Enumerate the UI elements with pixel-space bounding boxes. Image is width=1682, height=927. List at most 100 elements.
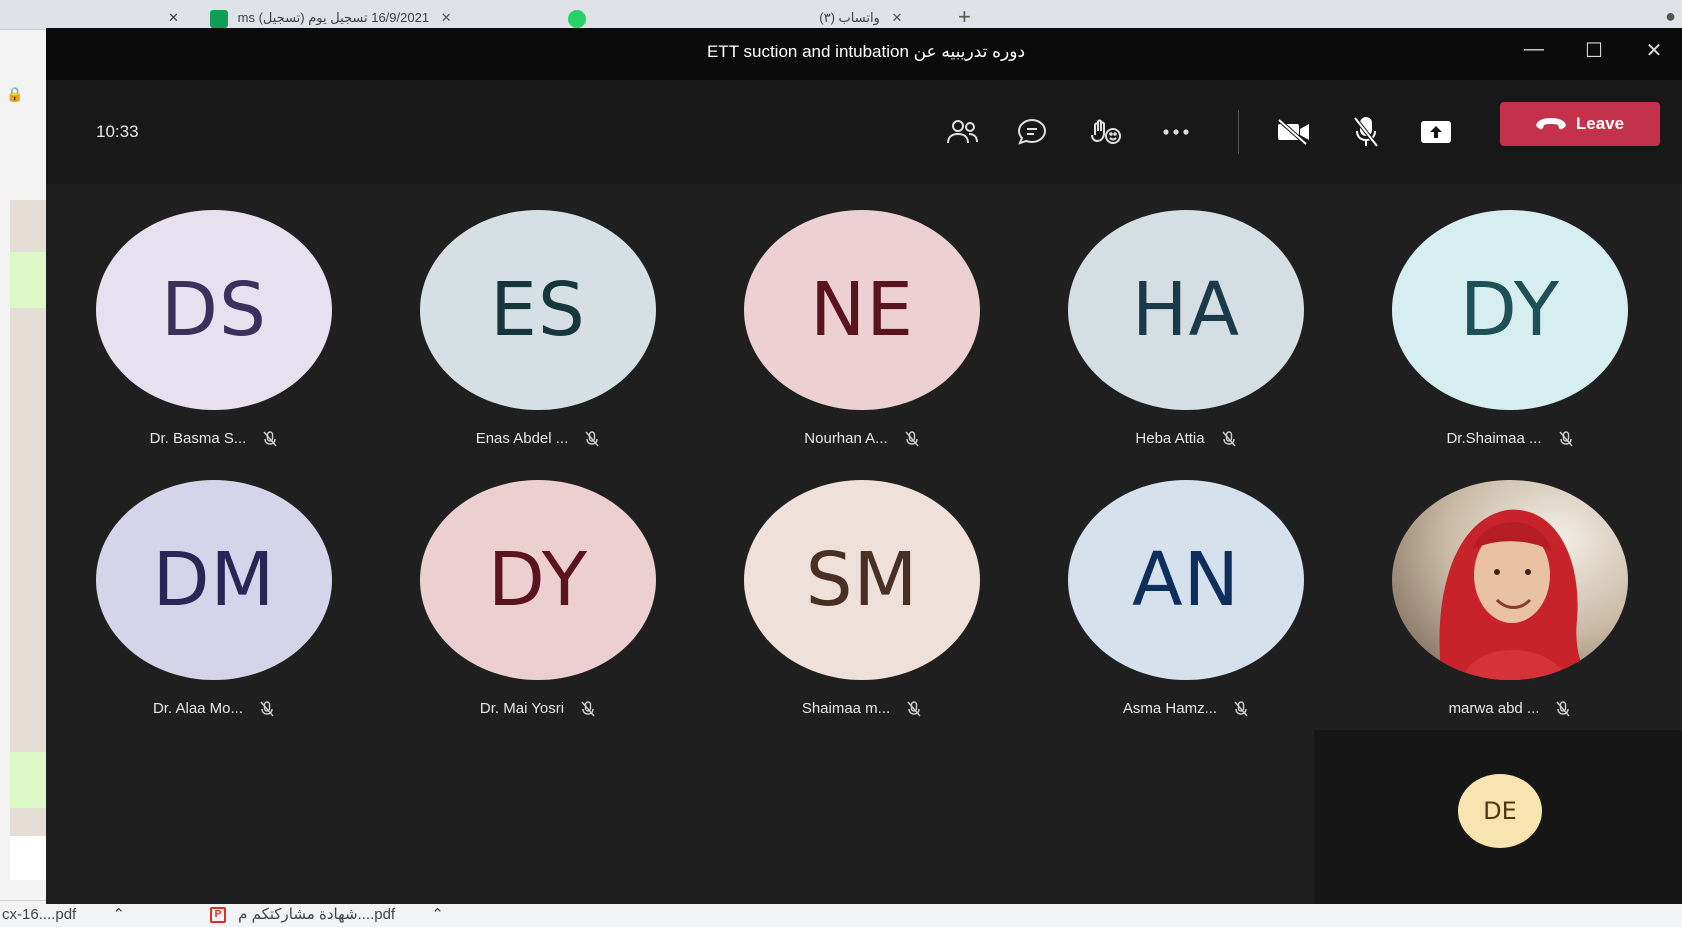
download-bar: cx-16....pdf ⌃ P شهادة مشاركتكم م....pdf… bbox=[0, 900, 1682, 927]
mic-off-icon bbox=[1222, 430, 1236, 446]
meeting-window: ETT suction and intubation دوره تدريبيه … bbox=[46, 28, 1682, 904]
camera-off-icon bbox=[1277, 119, 1309, 145]
window-title: ETT suction and intubation دوره تدريبيه … bbox=[706, 42, 1026, 61]
download-item[interactable]: cx-16....pdf ⌃ bbox=[2, 905, 125, 923]
download-filename: شهادة مشاركتكم م....pdf bbox=[238, 906, 396, 923]
chat-bubble bbox=[10, 252, 46, 308]
toolbar-divider bbox=[1238, 110, 1239, 154]
mic-off-icon bbox=[1556, 700, 1570, 716]
participant-name-row: Heba Attia bbox=[1018, 430, 1354, 447]
browser-tab-sheets[interactable]: ms (تسجيل) 16/9/2021 تسجيل يوم ✕ bbox=[210, 6, 550, 30]
avatar: AN bbox=[1068, 480, 1304, 680]
participant-tile[interactable]: DM Dr. Alaa Mo... bbox=[46, 480, 346, 740]
browser-menu-icon[interactable]: ● bbox=[1665, 6, 1676, 27]
participant-tile[interactable]: marwa abd ... bbox=[1342, 480, 1642, 740]
participant-name: Dr. Alaa Mo... bbox=[152, 700, 244, 717]
chat-icon bbox=[1017, 118, 1047, 145]
participant-name-row: Nourhan A... bbox=[694, 430, 1030, 447]
participant-name: Dr. Mai Yosri bbox=[479, 700, 565, 717]
browser-tab-close-prev[interactable]: ✕ bbox=[168, 6, 179, 30]
participant-tile[interactable]: AN Asma Hamz... bbox=[1018, 480, 1318, 740]
close-icon[interactable]: ✕ bbox=[441, 10, 452, 25]
avatar-photo bbox=[1392, 480, 1628, 680]
leave-button[interactable]: Leave bbox=[1500, 102, 1660, 146]
participant-name-row: Dr. Alaa Mo... bbox=[46, 700, 382, 717]
participant-name: Shaimaa m... bbox=[801, 700, 891, 717]
reactions-icon bbox=[1091, 119, 1121, 144]
window-titlebar: ETT suction and intubation دوره تدريبيه … bbox=[46, 28, 1682, 80]
participant-gallery: DS Dr. Basma S... ES Enas Abdel ... NE N… bbox=[46, 184, 1682, 904]
participant-name: marwa abd ... bbox=[1448, 700, 1540, 717]
avatar: DM bbox=[96, 480, 332, 680]
participant-tile[interactable]: DS Dr. Basma S... bbox=[46, 210, 346, 470]
new-tab-icon[interactable]: + bbox=[958, 4, 971, 30]
participant-tile[interactable]: SM Shaimaa m... bbox=[694, 480, 994, 740]
participant-tile[interactable]: DY Dr. Mai Yosri bbox=[370, 480, 670, 740]
avatar: DY bbox=[1392, 210, 1628, 410]
chat-bubble bbox=[10, 752, 46, 808]
avatar: HA bbox=[1068, 210, 1304, 410]
mic-off-icon bbox=[1234, 700, 1248, 716]
mic-toggle-button[interactable] bbox=[1346, 114, 1386, 150]
more-options-button[interactable] bbox=[1156, 114, 1196, 150]
minimize-button[interactable]: — bbox=[1514, 38, 1554, 61]
maximize-button[interactable]: ☐ bbox=[1574, 38, 1614, 63]
participant-name: Heba Attia bbox=[1135, 430, 1205, 447]
browser-tab-whatsapp[interactable]: (٣) واتساب ✕ bbox=[568, 6, 928, 30]
avatar: NE bbox=[744, 210, 980, 410]
share-screen-button[interactable] bbox=[1416, 114, 1456, 150]
self-preview[interactable]: DE bbox=[1314, 730, 1682, 904]
participant-tile[interactable]: DY Dr.Shaimaa ... bbox=[1342, 210, 1642, 470]
download-item[interactable]: P شهادة مشاركتكم م....pdf ⌃ bbox=[210, 905, 444, 924]
browser-tab-bar: ✕ ms (تسجيل) 16/9/2021 تسجيل يوم ✕ (٣) و… bbox=[0, 0, 1682, 30]
chevron-up-icon[interactable]: ⌃ bbox=[112, 906, 125, 923]
avatar: ES bbox=[420, 210, 656, 410]
participant-name: Nourhan A... bbox=[804, 430, 888, 447]
whatsapp-icon bbox=[568, 9, 586, 28]
close-icon[interactable]: ✕ bbox=[891, 10, 902, 25]
share-screen-icon bbox=[1421, 121, 1451, 143]
participants-button[interactable] bbox=[942, 114, 982, 150]
sheets-icon bbox=[210, 9, 228, 28]
browser-tab-label: ms (تسجيل) 16/9/2021 تسجيل يوم bbox=[237, 10, 430, 25]
participant-name-row: Shaimaa m... bbox=[694, 700, 1030, 717]
mic-off-icon bbox=[1558, 430, 1573, 446]
avatar: SM bbox=[744, 480, 980, 680]
participant-tile[interactable]: NE Nourhan A... bbox=[694, 210, 994, 470]
avatar: DY bbox=[420, 480, 656, 680]
background-page: 🔒 bbox=[0, 30, 46, 900]
participant-name-row: Dr. Mai Yosri bbox=[370, 700, 706, 717]
participant-tile[interactable]: HA Heba Attia bbox=[1018, 210, 1318, 470]
participant-name-row: Dr.Shaimaa ... bbox=[1342, 430, 1678, 447]
meeting-toolbar: 10:33 Leave bbox=[46, 80, 1682, 184]
profile-photo bbox=[1392, 480, 1628, 680]
participant-name: Dr.Shaimaa ... bbox=[1446, 430, 1542, 447]
mic-off-icon bbox=[581, 700, 595, 716]
self-avatar: DE bbox=[1458, 774, 1542, 848]
chat-button[interactable] bbox=[1012, 114, 1052, 150]
participant-name-row: Dr. Basma S... bbox=[46, 430, 382, 447]
reactions-button[interactable] bbox=[1086, 114, 1126, 150]
more-options-icon bbox=[1163, 129, 1189, 135]
participant-name-row: marwa abd ... bbox=[1342, 700, 1678, 717]
mic-off-icon bbox=[585, 430, 599, 446]
close-window-button[interactable]: ✕ bbox=[1634, 38, 1674, 63]
mic-off-icon bbox=[905, 430, 919, 446]
participants-icon bbox=[947, 120, 978, 144]
leave-label: Leave bbox=[1575, 114, 1625, 133]
phone-hangup-icon bbox=[1536, 118, 1566, 130]
pdf-icon: P bbox=[210, 907, 226, 924]
participant-name-row: Enas Abdel ... bbox=[370, 430, 706, 447]
lock-icon: 🔒 bbox=[6, 86, 24, 102]
chat-input-area bbox=[10, 836, 46, 880]
participant-name: Asma Hamz... bbox=[1122, 700, 1218, 717]
browser-tab-label: (٣) واتساب bbox=[819, 10, 880, 25]
camera-toggle-button[interactable] bbox=[1274, 114, 1314, 150]
mic-off-icon bbox=[1353, 116, 1379, 148]
participant-name-row: Asma Hamz... bbox=[1018, 700, 1354, 717]
mic-off-icon bbox=[907, 700, 921, 716]
meeting-timer: 10:33 bbox=[96, 122, 139, 141]
participant-tile[interactable]: ES Enas Abdel ... bbox=[370, 210, 670, 470]
mic-off-icon bbox=[260, 700, 274, 716]
chevron-up-icon[interactable]: ⌃ bbox=[431, 906, 444, 923]
